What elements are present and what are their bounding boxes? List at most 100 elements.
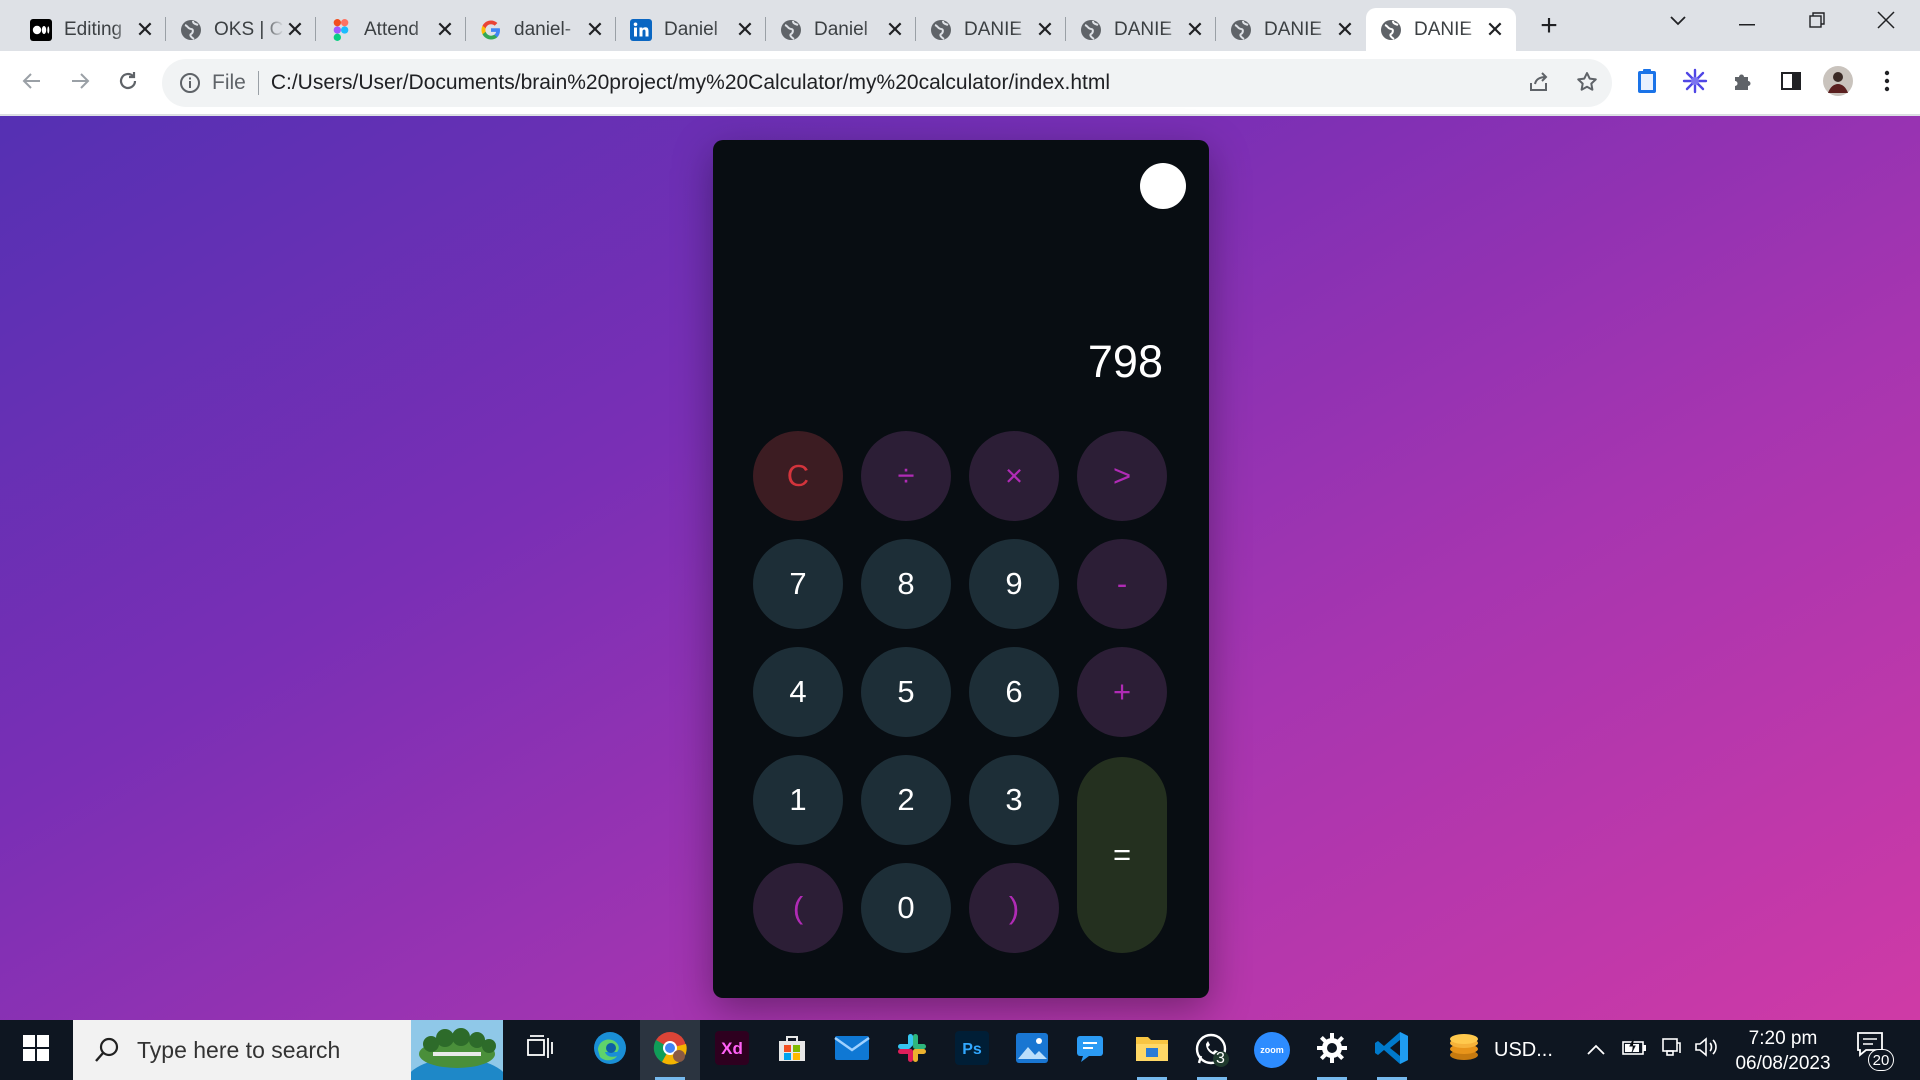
browser-tab[interactable]: Daniel ✕ — [766, 8, 916, 51]
back-button[interactable] — [16, 67, 48, 99]
close-tab-icon[interactable]: ✕ — [584, 17, 606, 42]
digit-6-button[interactable]: 6 — [969, 647, 1059, 737]
multiply-button[interactable]: × — [969, 431, 1059, 521]
digit-0-button[interactable]: 0 — [861, 863, 951, 953]
digit-8-button[interactable]: 8 — [861, 539, 951, 629]
taskbar-app-whatsapp[interactable]: 3 — [1182, 1020, 1242, 1080]
close-tab-icon[interactable]: ✕ — [1484, 17, 1506, 42]
close-tab-icon[interactable]: ✕ — [734, 17, 756, 42]
address-bar[interactable]: File C:/Users/User/Documents/brain%20pro… — [162, 59, 1612, 107]
browser-tab[interactable]: OKS | C ✕ — [166, 8, 316, 51]
taskbar-app-vscode[interactable] — [1362, 1020, 1422, 1080]
reload-button[interactable] — [112, 67, 144, 99]
tab-search-button[interactable] — [1658, 5, 1698, 39]
equals-button[interactable]: = — [1077, 757, 1167, 953]
browser-tab[interactable]: Daniel ✕ — [616, 8, 766, 51]
taskbar-clock[interactable]: 7:20 pm 06/08/2023 — [1735, 1026, 1831, 1076]
close-tab-icon[interactable]: ✕ — [1334, 17, 1356, 42]
show-hidden-icons-button[interactable] — [1586, 1020, 1606, 1080]
browser-tab[interactable]: DANIE ✕ — [1066, 8, 1216, 51]
forward-button[interactable] — [64, 67, 96, 99]
digit-1-button[interactable]: 1 — [753, 755, 843, 845]
backspace-button[interactable]: > — [1077, 431, 1167, 521]
taskbar-app-store[interactable] — [762, 1020, 822, 1080]
taskbar-app-slack[interactable] — [882, 1020, 942, 1080]
browser-tab[interactable]: daniel- ✕ — [466, 8, 616, 51]
minus-button[interactable]: - — [1077, 539, 1167, 629]
taskbar-app-edge[interactable] — [580, 1020, 640, 1080]
start-button[interactable] — [0, 1020, 72, 1080]
file-explorer-icon — [1134, 1033, 1170, 1068]
browser-tab[interactable]: DANIE ✕ — [1216, 8, 1366, 51]
digit-9-button[interactable]: 9 — [969, 539, 1059, 629]
windows-taskbar: Type here to search Xd Ps 3 zoom USD... … — [0, 1020, 1920, 1080]
taskbar-app-photos[interactable] — [1002, 1020, 1062, 1080]
taskbar-app-feedback[interactable] — [1062, 1020, 1122, 1080]
close-window-button[interactable] — [1866, 5, 1906, 39]
close-paren-button[interactable]: ) — [969, 863, 1059, 953]
microsoft-store-icon — [775, 1031, 809, 1070]
bookmark-button[interactable] — [1572, 69, 1602, 99]
notification-center-button[interactable]: 20 — [1856, 1031, 1896, 1071]
globe-icon — [780, 19, 802, 41]
new-tab-button[interactable]: + — [1533, 9, 1565, 42]
close-tab-icon[interactable]: ✕ — [134, 17, 156, 42]
taskbar-search[interactable]: Type here to search — [73, 1020, 503, 1080]
windows-logo-icon — [23, 1034, 49, 1066]
digit-7-button[interactable]: 7 — [753, 539, 843, 629]
close-tab-icon[interactable]: ✕ — [1034, 17, 1056, 42]
info-icon[interactable] — [178, 71, 202, 95]
tab-title: DANIE — [1114, 18, 1173, 40]
close-tab-icon[interactable]: ✕ — [284, 17, 306, 42]
page-background: 798 C ÷ × > 7 8 9 - 4 5 6 + 1 2 3 = ( 0 … — [0, 116, 1920, 1020]
chrome-menu-button[interactable] — [1871, 67, 1903, 99]
currency-widget[interactable]: USD... — [1446, 1020, 1553, 1080]
open-paren-button[interactable]: ( — [753, 863, 843, 953]
browser-tab[interactable]: Attend ✕ — [316, 8, 466, 51]
network-button[interactable] — [1660, 1020, 1682, 1080]
taskbar-app-photoshop[interactable]: Ps — [942, 1020, 1002, 1080]
taskbar-app-chrome[interactable] — [640, 1020, 700, 1080]
url-text[interactable]: C:/Users/User/Documents/brain%20project/… — [271, 71, 1110, 95]
close-tab-icon[interactable]: ✕ — [884, 17, 906, 42]
extensions-button[interactable] — [1727, 67, 1759, 99]
digit-4-button[interactable]: 4 — [753, 647, 843, 737]
snowflake-extension-icon — [1682, 68, 1708, 99]
browser-tab[interactable]: DANIE ✕ — [916, 8, 1066, 51]
close-icon — [1877, 10, 1895, 34]
task-view-button[interactable] — [510, 1020, 570, 1080]
taskbar-app-zoom[interactable]: zoom — [1242, 1020, 1302, 1080]
taskbar-app-xd[interactable]: Xd — [702, 1020, 762, 1080]
restore-button[interactable] — [1797, 5, 1837, 39]
browser-tab[interactable]: Editing ✕ — [16, 8, 166, 51]
taskbar-app-mail[interactable] — [822, 1020, 882, 1080]
battery-button[interactable] — [1622, 1020, 1648, 1080]
taskbar-app-file-explorer[interactable] — [1122, 1020, 1182, 1080]
plus-button[interactable]: + — [1077, 647, 1167, 737]
extension-button[interactable] — [1679, 67, 1711, 99]
figma-icon — [330, 18, 352, 41]
notification-count: 20 — [1868, 1049, 1894, 1071]
digit-3-button[interactable]: 3 — [969, 755, 1059, 845]
close-tab-icon[interactable]: ✕ — [434, 17, 456, 42]
tab-title: Editing — [64, 18, 123, 40]
zoom-logo-text: zoom — [1260, 1045, 1284, 1055]
digit-5-button[interactable]: 5 — [861, 647, 951, 737]
close-tab-icon[interactable]: ✕ — [1184, 17, 1206, 42]
browser-tab-active[interactable]: DANIE ✕ — [1366, 8, 1516, 51]
theme-toggle-button[interactable] — [1140, 163, 1186, 209]
profile-button[interactable] — [1822, 65, 1854, 99]
medium-icon — [30, 18, 52, 41]
divide-button[interactable]: ÷ — [861, 431, 951, 521]
digit-2-button[interactable]: 2 — [861, 755, 951, 845]
share-button[interactable] — [1524, 69, 1554, 99]
side-panel-button[interactable] — [1775, 67, 1807, 99]
taskbar-app-settings[interactable] — [1302, 1020, 1362, 1080]
volume-button[interactable] — [1694, 1020, 1720, 1080]
clear-button[interactable]: C — [753, 431, 843, 521]
calculator: 798 C ÷ × > 7 8 9 - 4 5 6 + 1 2 3 = ( 0 … — [713, 140, 1209, 998]
linkedin-icon — [630, 18, 652, 41]
side-panel-icon — [1780, 70, 1802, 97]
minimize-button[interactable] — [1727, 5, 1767, 39]
extension-button[interactable] — [1631, 67, 1663, 99]
